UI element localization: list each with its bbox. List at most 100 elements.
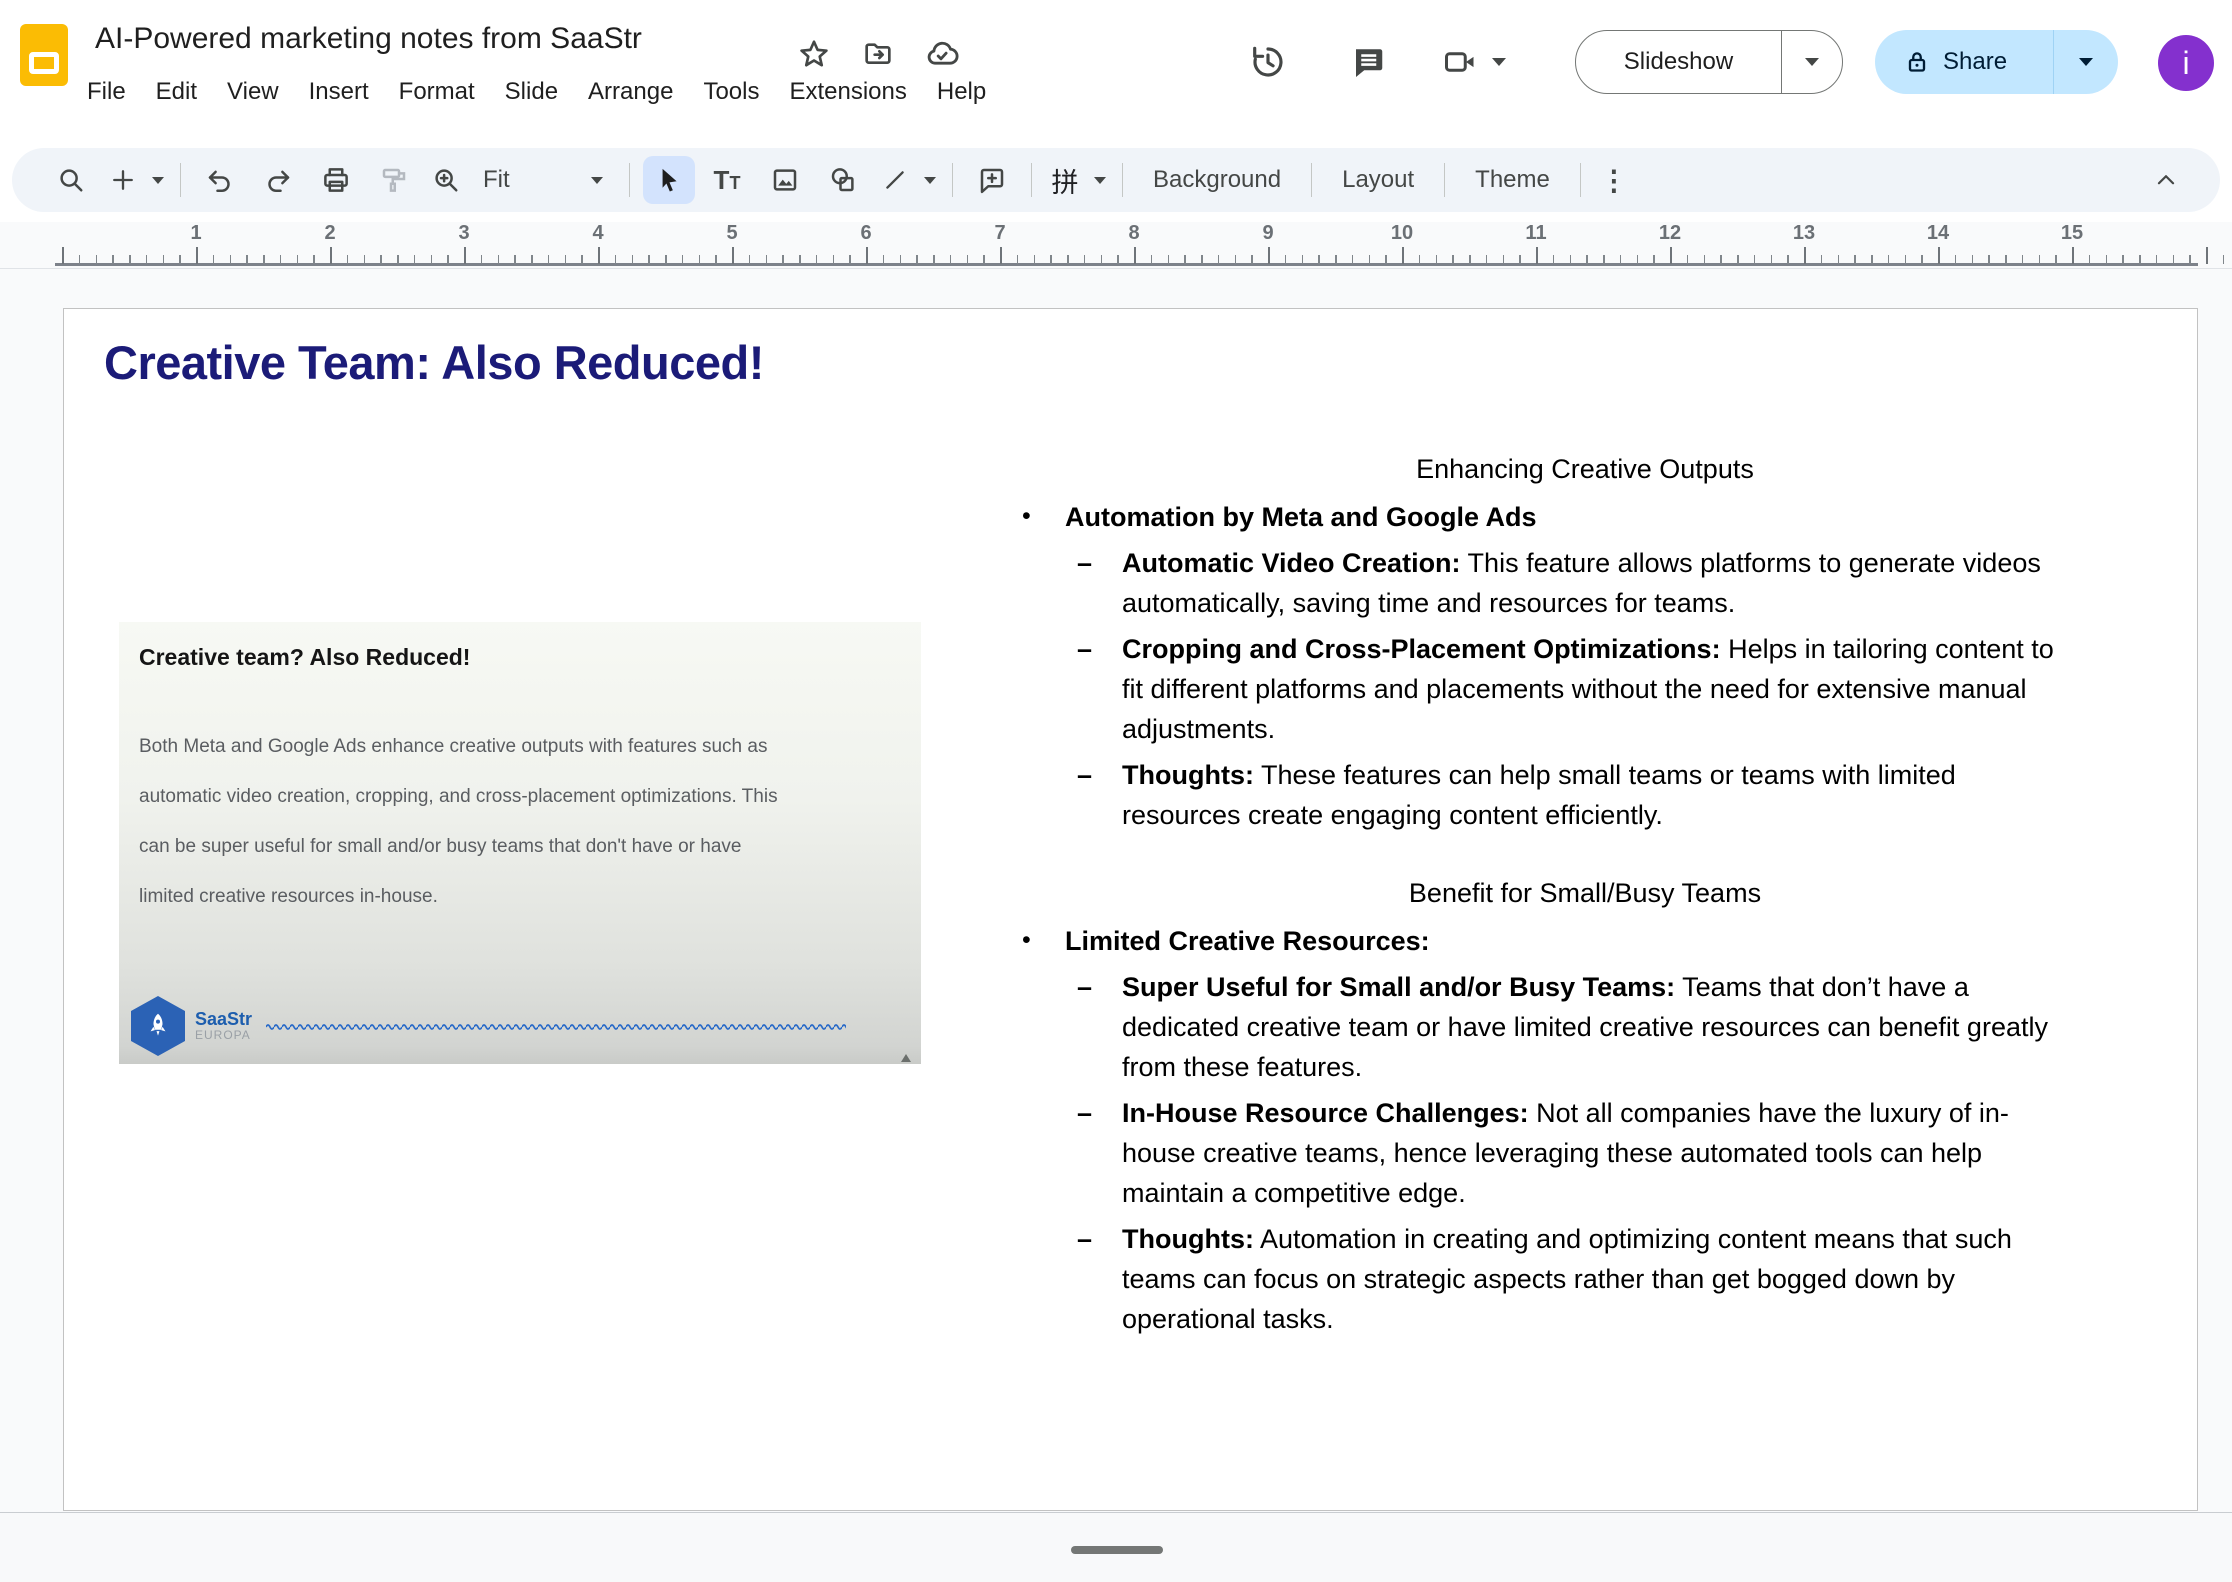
notes-resize-handle[interactable] — [1071, 1546, 1163, 1554]
slide-title-text[interactable]: Creative Team: Also Reduced! — [104, 335, 764, 390]
share-dropdown[interactable] — [2054, 58, 2118, 66]
print-button[interactable] — [310, 156, 362, 204]
ruler-number-15: 15 — [2061, 222, 2083, 245]
ruler-number-12: 12 — [1659, 222, 1681, 245]
menu-view[interactable]: View — [212, 72, 294, 112]
bullet-glyph: • — [1022, 496, 1031, 536]
content-section: Benefit for Small/Busy Teams •Limited Cre… — [1001, 873, 2169, 1339]
ruler-number-7: 7 — [994, 222, 1005, 245]
paint-format-button[interactable] — [368, 156, 420, 204]
saastr-logo-title: SaaStr — [195, 1010, 252, 1029]
section-heading: Enhancing Creative Outputs — [1001, 449, 2169, 489]
ruler-number-4: 4 — [592, 222, 603, 245]
insert-comment-tool[interactable] — [966, 156, 1018, 204]
line-caret-icon[interactable] — [924, 177, 936, 184]
screenshot-text-line: automatic video creation, cropping, and … — [139, 772, 899, 822]
slide-page[interactable]: Creative Team: Also Reduced! Creative te… — [63, 308, 2198, 1511]
zoom-caret-icon[interactable] — [591, 177, 603, 184]
ruler-number-8: 8 — [1128, 222, 1139, 245]
zoom-select[interactable]: Fit — [469, 156, 619, 204]
slide-right-content[interactable]: Enhancing Creative Outputs •Automation by… — [1001, 449, 2169, 1345]
move-to-folder-icon[interactable] — [860, 36, 896, 72]
ruler-number-11: 11 — [1525, 222, 1546, 245]
bullet-item: •Limited Creative Resources: — [1001, 921, 2169, 961]
bullet-glyph: • — [1022, 920, 1031, 960]
input-tools-button[interactable]: 拼 — [1045, 156, 1085, 204]
section-heading: Benefit for Small/Busy Teams — [1001, 873, 2169, 913]
slides-logo-inner — [29, 52, 59, 74]
star-icon[interactable] — [796, 36, 832, 72]
comments-icon[interactable] — [1342, 38, 1394, 86]
ruler-number-10: 10 — [1391, 222, 1413, 245]
background-button[interactable]: Background — [1133, 156, 1301, 204]
ruler-number-1: 1 — [190, 222, 201, 245]
document-status-cloud-icon[interactable] — [924, 36, 960, 72]
version-history-icon[interactable] — [1242, 38, 1294, 86]
ruler-number-14: 14 — [1927, 222, 1949, 245]
menu-help[interactable]: Help — [922, 72, 1001, 112]
rocket-icon — [142, 1010, 174, 1042]
share-label[interactable]: Share — [1943, 48, 2007, 76]
insert-image-tool[interactable] — [759, 156, 811, 204]
sub-bullet-item: –Automatic Video Creation: This feature … — [1001, 543, 2072, 623]
share-button[interactable]: Share — [1875, 30, 2118, 94]
menu-edit[interactable]: Edit — [141, 72, 212, 112]
new-slide-caret-icon[interactable] — [152, 177, 164, 184]
lock-icon — [1903, 48, 1931, 76]
saastr-logo-subtitle: EUROPA — [195, 1029, 252, 1042]
select-tool[interactable] — [643, 156, 695, 204]
menu-file[interactable]: File — [72, 72, 141, 112]
horizontal-ruler: 123456789101112131415 — [0, 222, 2232, 268]
video-call-caret-icon[interactable] — [1492, 58, 1506, 66]
search-menus-icon[interactable] — [45, 156, 97, 204]
video-call-control[interactable] — [1442, 44, 1506, 80]
zoom-icon[interactable] — [426, 156, 466, 204]
dash-glyph: – — [1077, 755, 1092, 795]
text-box-tool[interactable]: TT — [701, 156, 753, 204]
dash-glyph: – — [1077, 1093, 1092, 1133]
layout-button[interactable]: Layout — [1322, 156, 1434, 204]
slideshow-button[interactable]: Slideshow — [1575, 30, 1843, 94]
theme-button[interactable]: Theme — [1455, 156, 1570, 204]
menu-extensions[interactable]: Extensions — [774, 72, 921, 112]
screenshot-heading: Creative team? Also Reduced! — [139, 644, 470, 671]
dash-glyph: – — [1077, 543, 1092, 583]
ruler-number-6: 6 — [860, 222, 871, 245]
bullet-item: •Automation by Meta and Google Ads — [1001, 497, 2169, 537]
input-tool-glyph: 拼 — [1052, 161, 1079, 200]
dash-glyph: – — [1077, 1219, 1092, 1259]
embedded-screenshot-image[interactable]: Creative team? Also Reduced! Both Meta a… — [119, 622, 921, 1064]
account-avatar[interactable]: i — [2158, 35, 2214, 91]
sub-bullet-item: –In-House Resource Challenges: Not all c… — [1001, 1093, 2072, 1213]
menu-tools[interactable]: Tools — [688, 72, 774, 112]
menu-arrange[interactable]: Arrange — [573, 72, 688, 112]
insert-shape-tool[interactable] — [817, 156, 869, 204]
undo-button[interactable] — [194, 156, 246, 204]
screenshot-text-line: Both Meta and Google Ads enhance creativ… — [139, 722, 899, 772]
sub-bullet-item: –Cropping and Cross-Placement Optimizati… — [1001, 629, 2072, 749]
top-bar: AI-Powered marketing notes from SaaStr F… — [0, 0, 2232, 148]
collapse-toolbar-icon[interactable] — [2140, 156, 2192, 204]
sub-bullet-item: –Thoughts: Automation in creating and op… — [1001, 1219, 2072, 1339]
shot-body: Both Meta and Google Ads enhance creativ… — [139, 722, 899, 922]
more-options-icon[interactable]: ⋮ — [1594, 156, 1634, 204]
slide-canvas: Creative Team: Also Reduced! Creative te… — [0, 268, 2232, 1512]
redo-button[interactable] — [252, 156, 304, 204]
sub-bullet-item: –Thoughts: These features can help small… — [1001, 755, 2072, 835]
menu-format[interactable]: Format — [384, 72, 490, 112]
insert-line-tool[interactable] — [875, 156, 915, 204]
menu-insert[interactable]: Insert — [294, 72, 384, 112]
document-title[interactable]: AI-Powered marketing notes from SaaStr — [95, 22, 642, 56]
menu-slide[interactable]: Slide — [490, 72, 573, 112]
ruler-number-3: 3 — [458, 222, 469, 245]
ruler-number-13: 13 — [1793, 222, 1815, 245]
scroll-indicator — [901, 1054, 911, 1062]
slideshow-dropdown[interactable] — [1782, 58, 1842, 66]
slideshow-label[interactable]: Slideshow — [1576, 48, 1781, 76]
sub-bullet-item: –Super Useful for Small and/or Busy Team… — [1001, 967, 2072, 1087]
slides-app-logo[interactable] — [20, 24, 68, 86]
speaker-notes-bar — [0, 1512, 2232, 1582]
new-slide-button[interactable] — [103, 156, 143, 204]
video-camera-icon — [1442, 44, 1478, 80]
input-tools-caret-icon[interactable] — [1094, 177, 1106, 184]
